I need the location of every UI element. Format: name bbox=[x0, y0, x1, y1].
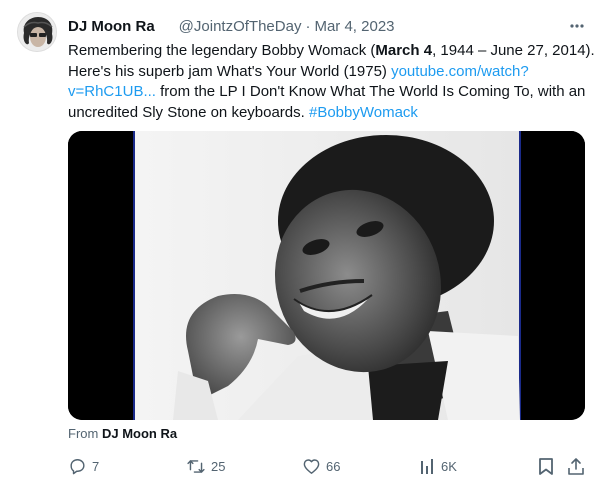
retweet-button[interactable]: 25 bbox=[186, 455, 225, 477]
avatar[interactable] bbox=[17, 12, 57, 52]
tweet-header: DJ Moon Ra @JointzOfTheDay · Mar 4, 2023 bbox=[68, 16, 395, 36]
views-button[interactable]: 6K bbox=[420, 455, 457, 477]
bookmark-icon bbox=[539, 457, 553, 475]
media-from-prefix: From bbox=[68, 426, 99, 441]
action-bar: 7 25 66 6K bbox=[0, 455, 607, 477]
media-from-name[interactable]: DJ Moon Ra bbox=[102, 426, 177, 441]
share-icon bbox=[568, 457, 584, 475]
reply-button[interactable]: 7 bbox=[68, 455, 99, 477]
tweet-text-part-1: Remembering the legendary Bobby Womack ( bbox=[68, 42, 376, 59]
display-name[interactable]: DJ Moon Ra bbox=[68, 18, 155, 35]
user-handle[interactable]: @JointzOfTheDay bbox=[179, 18, 302, 35]
more-button[interactable] bbox=[566, 16, 588, 36]
more-icon bbox=[570, 24, 584, 28]
reply-icon bbox=[70, 458, 85, 474]
media-video[interactable] bbox=[68, 131, 585, 420]
reply-count: 7 bbox=[92, 458, 100, 474]
tweet-date[interactable]: Mar 4, 2023 bbox=[314, 18, 394, 35]
share-button[interactable] bbox=[567, 455, 585, 477]
tweet-text: Remembering the legendary Bobby Womack (… bbox=[68, 41, 596, 123]
tweet-text-bold: March 4 bbox=[375, 42, 433, 59]
retweet-icon bbox=[187, 459, 205, 473]
like-count: 66 bbox=[326, 458, 341, 474]
media-attribution: From DJ Moon Ra bbox=[68, 426, 177, 441]
bookmark-button[interactable] bbox=[538, 455, 554, 477]
like-button[interactable]: 66 bbox=[302, 455, 340, 477]
heart-icon bbox=[303, 458, 320, 474]
retweet-count: 25 bbox=[211, 458, 226, 474]
tweet[interactable]: DJ Moon Ra @JointzOfTheDay · Mar 4, 2023… bbox=[0, 0, 607, 492]
separator: · bbox=[305, 17, 311, 35]
views-icon bbox=[421, 459, 433, 474]
views-count: 6K bbox=[441, 458, 457, 474]
hashtag-link[interactable]: #BobbyWomack bbox=[309, 104, 418, 121]
